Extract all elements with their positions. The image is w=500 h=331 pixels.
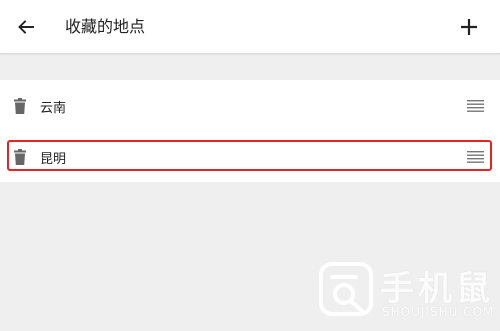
watermark-text: 手机鼠	[380, 269, 494, 309]
favorite-places-list: 云南 昆明	[0, 80, 500, 182]
plus-icon	[461, 19, 477, 35]
trash-icon[interactable]	[13, 149, 27, 165]
place-label: 云南	[40, 100, 67, 116]
app-bar: 收藏的地点	[0, 0, 500, 54]
drag-handle-icon[interactable]	[467, 99, 485, 113]
place-label: 昆明	[40, 151, 67, 167]
page-title: 收藏的地点	[65, 17, 146, 36]
arrow-left-icon	[18, 20, 34, 34]
list-item[interactable]: 昆明	[0, 132, 500, 182]
watermark-logo-icon	[319, 262, 373, 316]
watermark-subtext: SHOUJISHU.COM	[382, 305, 495, 319]
trash-icon[interactable]	[13, 98, 27, 114]
drag-handle-icon[interactable]	[467, 150, 485, 164]
list-item[interactable]: 云南	[0, 80, 500, 132]
watermark: 手机鼠 SHOUJISHU.COM	[318, 261, 496, 323]
add-place-button[interactable]	[455, 13, 483, 41]
back-button[interactable]	[12, 13, 40, 41]
